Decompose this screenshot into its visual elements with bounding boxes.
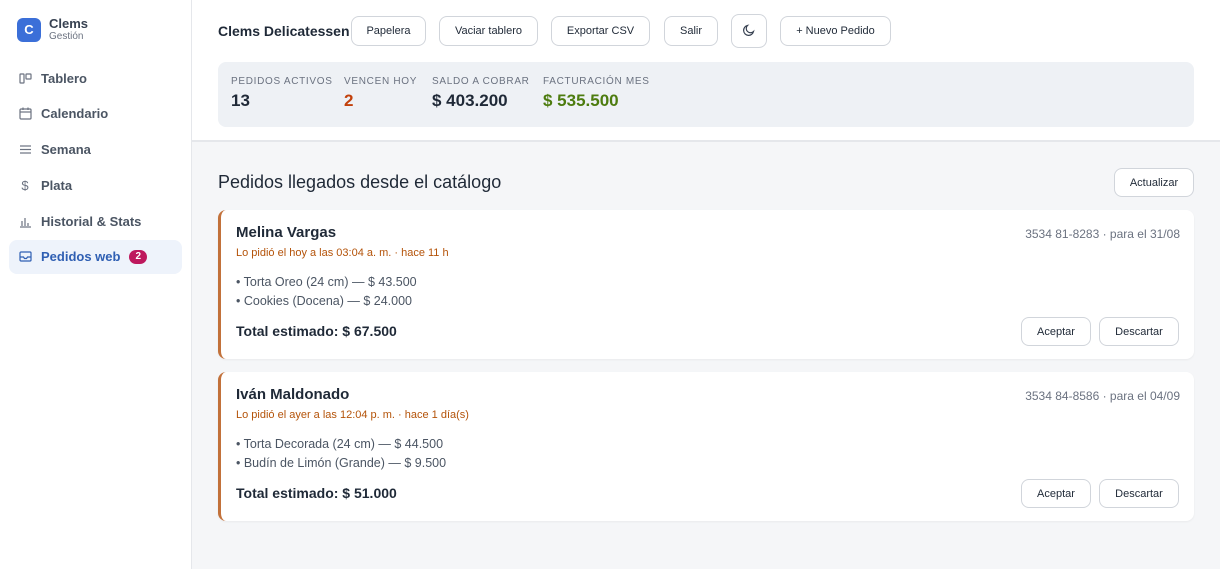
bar-chart-icon [18, 214, 32, 228]
list-icon [18, 143, 32, 157]
order-items: • Torta Decorada (24 cm) — $ 44.500 • Bu… [236, 435, 446, 473]
order-contact: 3534 81-8283 · para el 31/08 [1025, 227, 1180, 241]
moon-icon [742, 23, 756, 40]
sidebar-item-tablero[interactable]: Tablero [9, 61, 182, 95]
stat-balance: Saldo a cobrar $ 403.200 [432, 76, 530, 111]
sidebar-item-label: Semana [41, 142, 91, 158]
order-card: Melina Vargas Lo pidió el hoy a las 03:0… [218, 210, 1194, 359]
stat-value: 2 [344, 91, 354, 110]
new-order-button[interactable]: + Nuevo Pedido [780, 16, 891, 46]
order-total: Total estimado: $ 51.000 [236, 485, 397, 501]
sidebar-item-label: Historial & Stats [41, 213, 142, 229]
header: Clems Delicatessen Papelera Vaciar table… [192, 0, 1220, 142]
order-item: • Budín de Limón (Grande) — $ 9.500 [236, 456, 447, 470]
order-contact: 3534 84-8586 · para el 04/09 [1025, 389, 1180, 403]
stat-active-orders: Pedidos activos 13 [231, 76, 333, 111]
trash-button[interactable]: Papelera [351, 16, 426, 46]
order-item: • Torta Decorada (24 cm) — $ 44.500 [236, 437, 444, 451]
stat-label: Vencen hoy [344, 76, 418, 87]
dollar-icon: $ [21, 177, 29, 193]
main-content: Pedidos llegados desde el catálogo Actua… [192, 142, 1220, 569]
sidebar-item-semana[interactable]: Semana [9, 133, 182, 167]
sidebar-item-calendario[interactable]: Calendario [9, 97, 182, 131]
discard-button[interactable]: Descartar [1099, 479, 1179, 508]
board-icon [18, 71, 32, 85]
sidebar-item-label: Tablero [41, 70, 87, 86]
order-time: Lo pidió el ayer a las 12:04 p. m. · hac… [236, 409, 469, 421]
order-card: Iván Maldonado Lo pidió el ayer a las 12… [218, 372, 1194, 521]
theme-toggle-button[interactable] [731, 14, 767, 48]
page-title: Clems Delicatessen [218, 23, 350, 39]
order-total: Total estimado: $ 67.500 [236, 323, 397, 339]
order-items: • Torta Oreo (24 cm) — $ 43.500 • Cookie… [236, 273, 417, 311]
stat-value: $ 535.500 [543, 91, 619, 110]
brand-subtitle: Gestión [49, 31, 84, 42]
inbox-icon [18, 250, 32, 264]
calendar-icon [18, 107, 32, 121]
order-time: Lo pidió el hoy a las 03:04 a. m. · hace… [236, 247, 449, 259]
brand-logo: C [17, 17, 41, 42]
section-title: Pedidos llegados desde el catálogo [218, 172, 502, 192]
sidebar-item-plata[interactable]: $ Plata [9, 168, 182, 202]
stat-label: Facturación mes [543, 76, 650, 87]
brand-name: Clems [49, 16, 89, 31]
sidebar-item-pedidos-web[interactable]: Pedidos web 2 [9, 239, 182, 274]
sidebar-item-label: Pedidos web [41, 249, 121, 265]
customer-name: Melina Vargas [236, 224, 337, 241]
discard-button[interactable]: Descartar [1099, 317, 1179, 346]
stat-label: Pedidos activos [231, 76, 333, 87]
sidebar-item-label: Calendario [41, 106, 109, 122]
accept-button[interactable]: Aceptar [1021, 479, 1091, 508]
stat-value: $ 403.200 [432, 91, 508, 110]
logout-button[interactable]: Salir [664, 16, 718, 46]
customer-name: Iván Maldonado [236, 386, 350, 403]
order-item: • Cookies (Docena) — $ 24.000 [236, 294, 412, 308]
pending-count-badge: 2 [129, 249, 148, 264]
export-csv-button[interactable]: Exportar CSV [551, 16, 650, 46]
sidebar-nav: Tablero Calendario Semana $ Plata Histor… [9, 61, 182, 276]
stat-due-today: Vencen hoy 2 [344, 76, 417, 111]
sidebar-item-label: Plata [41, 177, 73, 193]
brand[interactable]: C Clems Gestión [17, 16, 88, 43]
clear-board-button[interactable]: Vaciar tablero [439, 16, 538, 46]
order-item: • Torta Oreo (24 cm) — $ 43.500 [236, 275, 417, 289]
accept-button[interactable]: Aceptar [1021, 317, 1091, 346]
sidebar: C Clems Gestión Tablero Calendario Seman… [0, 0, 192, 569]
stat-monthly-billing: Facturación mes $ 535.500 [543, 76, 650, 111]
stats-panel: Pedidos activos 13 Vencen hoy 2 Saldo a … [218, 62, 1194, 127]
refresh-button[interactable]: Actualizar [1114, 168, 1194, 197]
stat-value: 13 [231, 91, 250, 110]
sidebar-item-historial[interactable]: Historial & Stats [9, 204, 182, 238]
stat-label: Saldo a cobrar [432, 76, 530, 87]
